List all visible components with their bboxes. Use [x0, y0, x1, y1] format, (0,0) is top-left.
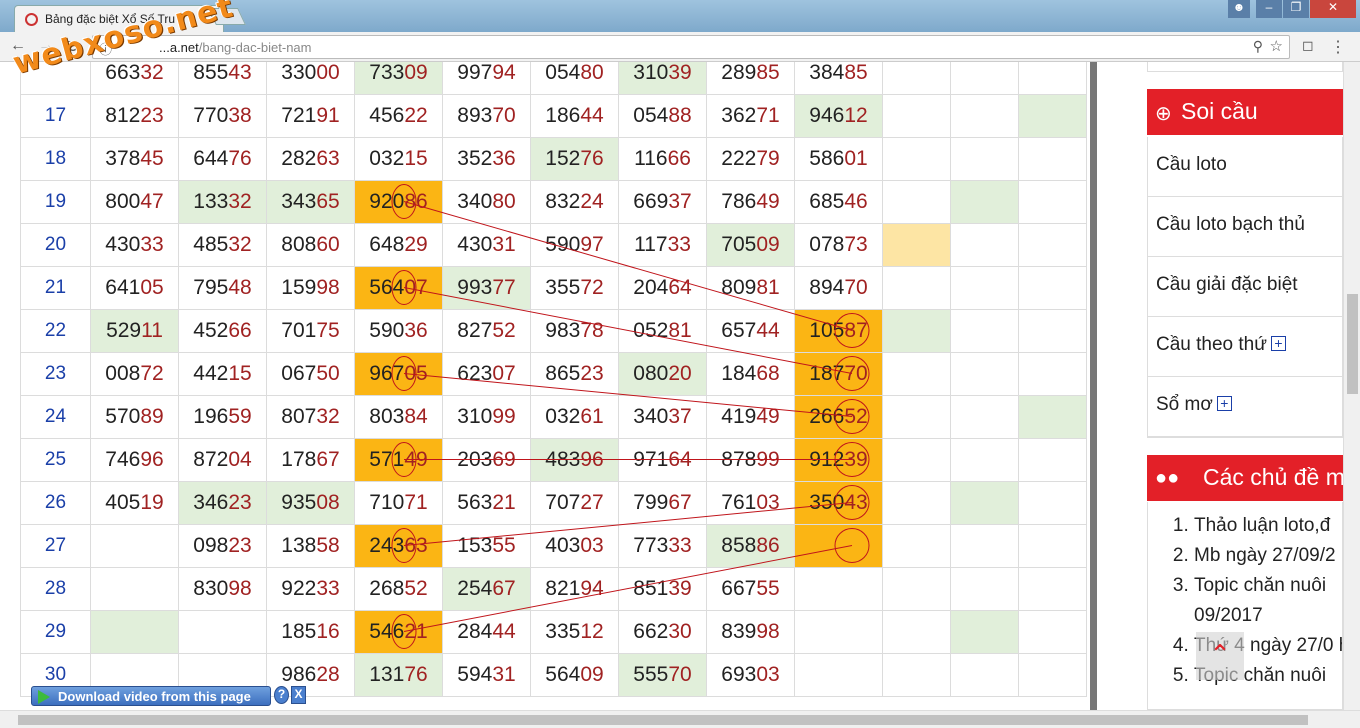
connector-line: [403, 287, 853, 374]
sidebar: ⊕ Soi cầu Cầu loto Cầu loto bạch thủ Cầu g…: [1130, 62, 1343, 710]
vertical-scrollbar[interactable]: [1343, 62, 1360, 710]
connector-line: [403, 502, 853, 546]
download-bar-close-button[interactable]: X: [291, 686, 306, 704]
help-button[interactable]: ?: [274, 686, 289, 704]
minimize-button[interactable]: –: [1256, 0, 1282, 18]
connector-line: [403, 201, 853, 331]
scroll-to-top-button[interactable]: ⌃: [1196, 632, 1244, 680]
topic-link[interactable]: Thảo luận loto,đ: [1194, 511, 1342, 541]
site-favicon-icon: [25, 13, 38, 26]
soi-cau-item[interactable]: Sổ mơ +: [1148, 377, 1342, 437]
download-video-bar[interactable]: Download video from this page: [31, 686, 271, 706]
topics-header: ●● Các chủ đề m: [1147, 455, 1343, 501]
download-label: Download video from this page: [58, 689, 251, 704]
soi-cau-item-label: Sổ mơ: [1156, 394, 1213, 415]
expand-plus-icon[interactable]: +: [1270, 336, 1286, 351]
content-divider: [1090, 62, 1097, 710]
menu-icon[interactable]: ⋮: [1330, 37, 1346, 57]
pattern-overlay: [391, 184, 870, 649]
topic-link[interactable]: Mb ngày 27/09/2: [1194, 541, 1342, 571]
extension-icon[interactable]: ◻: [1302, 37, 1314, 54]
soi-cau-item[interactable]: Cầu giải đặc biệt: [1148, 257, 1342, 317]
connector-line: [403, 545, 853, 632]
soi-cau-header: ⊕ Soi cầu: [1147, 89, 1343, 135]
vertical-scroll-thumb[interactable]: [1347, 294, 1358, 394]
chevron-up-icon: ⌃: [1209, 639, 1231, 669]
window-close-button[interactable]: ✕: [1310, 0, 1356, 18]
sidebar-top-box: [1147, 62, 1343, 72]
url-path: /bang-dac-biet-nam: [198, 40, 312, 55]
page-viewport: 66332 85543 33000 73309 99794 05480 31039 28985…: [0, 62, 1343, 710]
search-plus-icon: ⊕: [1155, 103, 1172, 125]
soi-cau-title: Soi cầu: [1181, 98, 1258, 124]
topics-list: Thảo luận loto,đMb ngày 27/09/2Topic chă…: [1147, 502, 1343, 710]
topics-title: Các chủ đề m: [1203, 464, 1343, 490]
maximize-button[interactable]: ❐: [1283, 0, 1309, 18]
play-icon: [38, 690, 50, 704]
bookmark-star-icon[interactable]: ☆: [1270, 37, 1283, 55]
users-icon: ●●: [1155, 467, 1180, 489]
soi-cau-list: Cầu loto Cầu loto bạch thủ Cầu giải đặc bi…: [1147, 137, 1343, 438]
profile-icon[interactable]: ☻: [1228, 0, 1250, 18]
soi-cau-item-label: Cầu giải đặc biệt: [1156, 274, 1298, 295]
soi-cau-item[interactable]: Cầu theo thứ +: [1148, 317, 1342, 377]
browser-toolbar: ← → ↻ ⓘ ...a.net/bang-dac-biet-nam ⚲ ☆ ◻…: [0, 32, 1360, 62]
connector-line: [403, 373, 853, 417]
soi-cau-item-label: Cầu theo thứ: [1156, 334, 1267, 355]
zoom-icon[interactable]: ⚲: [1253, 38, 1263, 55]
soi-cau-item-label: Cầu loto bạch thủ: [1156, 214, 1305, 235]
soi-cau-item-label: Cầu loto: [1156, 154, 1227, 175]
horizontal-scroll-thumb[interactable]: [18, 715, 1308, 725]
topic-link[interactable]: Topic chăn nuôi 09/2017: [1194, 571, 1342, 631]
soi-cau-item[interactable]: Cầu loto bạch thủ: [1148, 197, 1342, 257]
soi-cau-item[interactable]: Cầu loto: [1148, 137, 1342, 197]
url-text: ...a.net/bang-dac-biet-nam: [159, 40, 311, 55]
address-bar[interactable]: ⓘ ...a.net/bang-dac-biet-nam ⚲ ☆: [92, 35, 1290, 59]
horizontal-scrollbar[interactable]: [0, 710, 1360, 728]
expand-plus-icon[interactable]: +: [1216, 396, 1232, 411]
